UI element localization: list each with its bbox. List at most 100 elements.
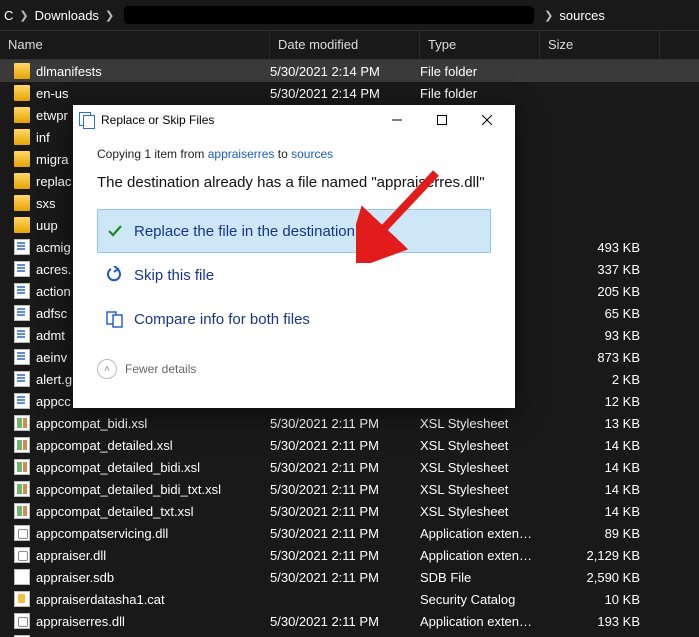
conflict-message: The destination already has a file named… (97, 173, 491, 193)
xsl-icon (14, 481, 30, 497)
table-row[interactable]: appraiserdatasha1.catSecurity Catalog10 … (0, 588, 699, 610)
file-date: 5/30/2021 2:11 PM (270, 460, 420, 475)
table-row[interactable]: appraiser.dll5/30/2021 2:11 PMApplicatio… (0, 544, 699, 566)
file-date: 5/30/2021 2:14 PM (270, 86, 420, 101)
breadcrumb[interactable]: C ❯ Downloads ❯ ❯ sources (0, 0, 699, 30)
option-replace[interactable]: Replace the file in the destination (97, 209, 491, 253)
xml-icon (14, 371, 30, 387)
folder-icon (14, 129, 30, 145)
option-replace-label: Replace the file in the destination (134, 223, 355, 240)
file-date: 5/30/2021 2:11 PM (270, 614, 420, 629)
dialog-titlebar[interactable]: Replace or Skip Files (73, 105, 515, 135)
file-name: etwpr (36, 108, 68, 123)
file-name: uup (36, 218, 58, 233)
header-name[interactable]: Name (0, 31, 270, 59)
file-type: XSL Stylesheet (420, 504, 540, 519)
option-compare[interactable]: Compare info for both files (97, 297, 491, 341)
checkmark-icon (106, 222, 124, 240)
file-type: XSL Stylesheet (420, 416, 540, 431)
file-size: 205 KB (540, 284, 650, 299)
file-size: 14 KB (540, 460, 650, 475)
file-type: XSL Stylesheet (420, 438, 540, 453)
close-button[interactable] (464, 106, 509, 134)
file-type: SDB File (420, 570, 540, 585)
file-type: File folder (420, 64, 540, 79)
xml-icon (14, 283, 30, 299)
file-name: sxs (36, 196, 56, 211)
copy-files-icon (79, 112, 95, 128)
file-name: acres. (36, 262, 71, 277)
column-headers: Name Date modified Type Size (0, 30, 699, 60)
fewer-details-toggle[interactable]: ˄ Fewer details (97, 359, 491, 379)
chevron-up-icon: ˄ (97, 359, 117, 379)
file-name: adfsc (36, 306, 67, 321)
table-row[interactable]: appcompat_detailed_bidi_txt.xsl5/30/2021… (0, 478, 699, 500)
option-skip[interactable]: Skip this file (97, 253, 491, 297)
file-name: appcompat_bidi.xsl (36, 416, 147, 431)
folder-icon (14, 63, 30, 79)
file-type: Application exten… (420, 526, 540, 541)
xml-icon (14, 261, 30, 277)
table-row[interactable]: appcompatservicing.dll 5/30/2021 2:11 PMA… (0, 522, 699, 544)
copy-source-link[interactable]: appraiserres (208, 147, 275, 161)
table-row[interactable]: dlmanifests 5/30/2021 2:14 PMFile folder (0, 60, 699, 82)
file-size: 10 KB (540, 592, 650, 607)
header-date[interactable]: Date modified (270, 31, 420, 59)
header-size[interactable]: Size (540, 31, 660, 59)
option-compare-label: Compare info for both files (134, 311, 310, 328)
maximize-button[interactable] (419, 106, 464, 134)
folder-icon (14, 173, 30, 189)
file-date: 5/30/2021 2:11 PM (270, 526, 420, 541)
file-name: appcc (36, 394, 71, 409)
table-row[interactable]: appcompat_detailed_txt.xsl 5/30/2021 2:11… (0, 500, 699, 522)
file-name: migra (36, 152, 69, 167)
file-type: Application exten… (420, 614, 540, 629)
folder-icon (14, 85, 30, 101)
table-row[interactable]: appcompat_bidi.xsl 5/30/2021 2:11 PMXSL S… (0, 412, 699, 434)
breadcrumb-sources[interactable]: sources (559, 8, 605, 23)
file-date: 5/30/2021 2:11 PM (270, 416, 420, 431)
file-name: dlmanifests (36, 64, 102, 79)
table-row[interactable]: appraiserres.dll 5/30/2021 2:11 PMApplica… (0, 610, 699, 632)
table-row[interactable]: appcompat_detailed_bidi.xsl5/30/2021 2:1… (0, 456, 699, 478)
file-name: replac (36, 174, 71, 189)
file-name: inf (36, 130, 50, 145)
table-row[interactable]: appraiser.sdb5/30/2021 2:11 PMSDB File2,… (0, 566, 699, 588)
file-name: action (36, 284, 71, 299)
file-size: 14 KB (540, 504, 650, 519)
compare-icon (106, 310, 124, 328)
table-row[interactable]: appcompat_detailed.xsl5/30/2021 2:11 PMX… (0, 434, 699, 456)
table-row[interactable]: en-us5/30/2021 2:14 PMFile folder (0, 82, 699, 104)
breadcrumb-redacted (124, 6, 534, 24)
folder-icon (14, 217, 30, 233)
chevron-right-icon: ❯ (105, 9, 114, 22)
breadcrumb-downloads[interactable]: Downloads (35, 8, 99, 23)
file-name: alert.g (36, 372, 72, 387)
file-size: 89 KB (540, 526, 650, 541)
file-date: 5/30/2021 2:11 PM (270, 548, 420, 563)
option-skip-label: Skip this file (134, 267, 214, 284)
xsl-icon (14, 437, 30, 453)
file-name: appcompat_detailed_txt.xsl (36, 504, 194, 519)
file-date: 5/30/2021 2:14 PM (270, 64, 420, 79)
file-size: 14 KB (540, 482, 650, 497)
file-type: Security Catalog (420, 592, 540, 607)
table-row[interactable]: appraisersdblatestoshash.txtText Documen… (0, 632, 699, 637)
file-date: 5/30/2021 2:11 PM (270, 504, 420, 519)
dll-icon (14, 525, 30, 541)
xml-icon (14, 349, 30, 365)
cat-icon (14, 591, 30, 607)
xml-icon (14, 239, 30, 255)
file-size: 65 KB (540, 306, 650, 321)
header-type[interactable]: Type (420, 31, 540, 59)
file-size: 14 KB (540, 438, 650, 453)
copy-dest-link[interactable]: sources (291, 147, 333, 161)
file-name: appraiserres.dll (36, 614, 125, 629)
file-size: 193 KB (540, 614, 650, 629)
file-type: Application exten… (420, 548, 540, 563)
file-name: appcompatservicing.dll (36, 526, 168, 541)
minimize-button[interactable] (374, 106, 419, 134)
chevron-right-icon: ❯ (19, 9, 28, 22)
folder-icon (14, 195, 30, 211)
breadcrumb-drive[interactable]: C (4, 8, 13, 23)
